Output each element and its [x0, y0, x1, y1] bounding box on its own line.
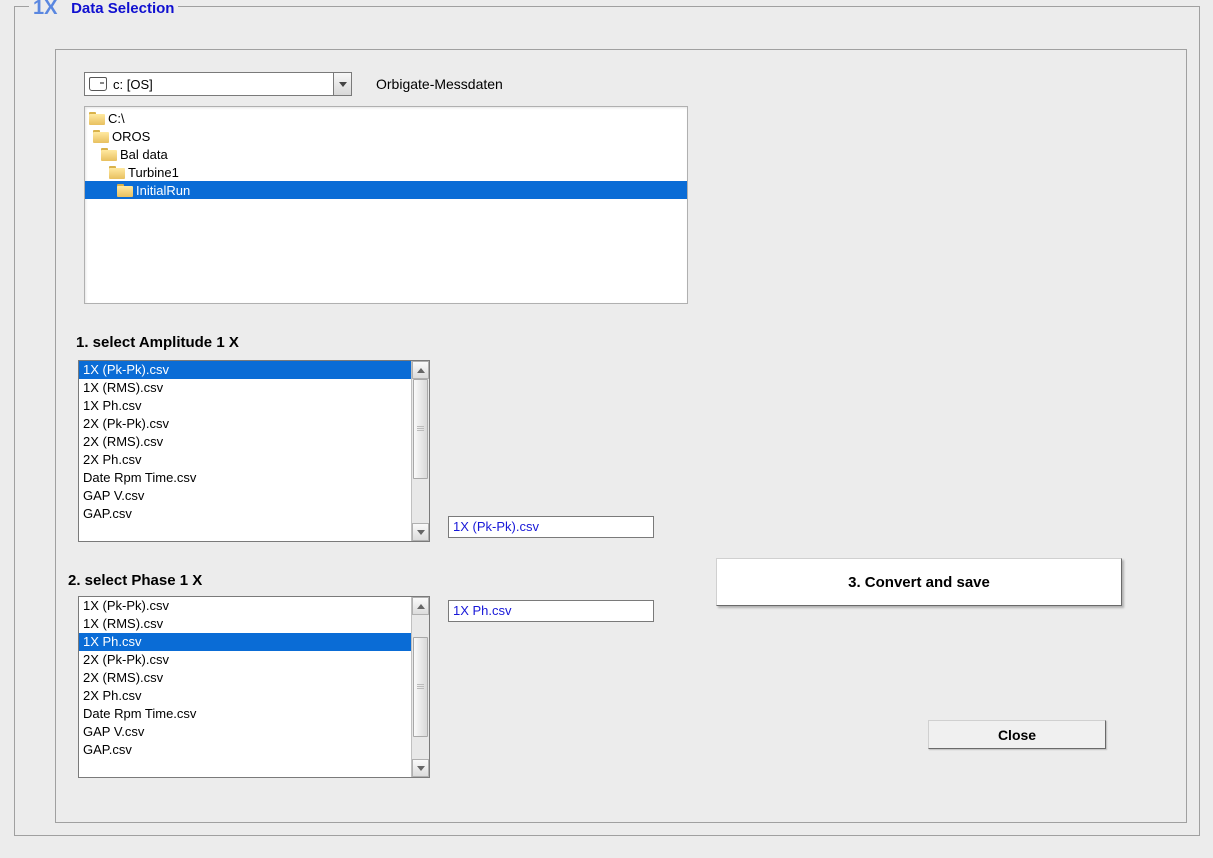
folder-open-icon — [93, 130, 109, 143]
inner-panel: c: [OS] Orbigate-Messdaten C:\ OROS Bal da… — [55, 49, 1187, 823]
folder-tree-item[interactable]: OROS — [85, 127, 687, 145]
folder-tree-item[interactable]: Bal data — [85, 145, 687, 163]
folder-tree-item-label: OROS — [112, 129, 150, 144]
amplitude-section-label: 1. select Amplitude 1 X — [76, 334, 239, 351]
folder-tree-item-label: InitialRun — [136, 183, 190, 198]
scroll-down-icon[interactable] — [412, 759, 429, 777]
amplitude-listbox[interactable]: 1X (Pk-Pk).csv1X (RMS).csv1X Ph.csv2X (P… — [78, 360, 430, 542]
groupbox-legend: 1X Data Selection — [29, 0, 178, 20]
amplitude-selected-textbox[interactable]: 1X (Pk-Pk).csv — [448, 516, 654, 538]
file-list-item[interactable]: 1X Ph.csv — [79, 397, 411, 415]
phase-section-label: 2. select Phase 1 X — [68, 572, 202, 589]
phase-scrollbar[interactable] — [411, 597, 429, 777]
drive-combobox[interactable]: c: [OS] — [84, 72, 352, 96]
folder-tree-item-label: Turbine1 — [128, 165, 179, 180]
file-list-item[interactable]: GAP V.csv — [79, 487, 411, 505]
legend-prefix: 1X — [33, 0, 57, 19]
file-list-item[interactable]: Date Rpm Time.csv — [79, 705, 411, 723]
drive-icon — [89, 77, 107, 91]
file-list-item[interactable]: 2X (Pk-Pk).csv — [79, 651, 411, 669]
file-list-item[interactable]: 2X (Pk-Pk).csv — [79, 415, 411, 433]
file-list-item[interactable]: 2X Ph.csv — [79, 687, 411, 705]
file-list-item[interactable]: 1X (Pk-Pk).csv — [79, 361, 411, 379]
file-list-item[interactable]: 2X Ph.csv — [79, 451, 411, 469]
folder-tree-item[interactable]: Turbine1 — [85, 163, 687, 181]
file-list-item[interactable]: 1X (RMS).csv — [79, 615, 411, 633]
scroll-up-icon[interactable] — [412, 361, 429, 379]
folder-tree-item[interactable]: C:\ — [85, 109, 687, 127]
file-list-item[interactable]: GAP.csv — [79, 505, 411, 521]
scroll-thumb[interactable] — [413, 379, 428, 479]
scroll-thumb[interactable] — [413, 637, 428, 737]
folder-open-icon — [109, 166, 125, 179]
phase-listbox[interactable]: 1X (Pk-Pk).csv1X (RMS).csv1X Ph.csv2X (P… — [78, 596, 430, 778]
drive-combobox-text: c: [OS] — [111, 77, 333, 92]
phase-selected-textbox[interactable]: 1X Ph.csv — [448, 600, 654, 622]
orbigate-label: Orbigate-Messdaten — [376, 76, 503, 92]
folder-open-icon — [89, 112, 105, 125]
folder-open-icon — [101, 148, 117, 161]
file-list-item[interactable]: 1X Ph.csv — [79, 633, 411, 651]
legend-title: Data Selection — [71, 0, 174, 17]
folder-tree-item[interactable]: InitialRun — [85, 181, 687, 199]
data-selection-groupbox: 1X Data Selection c: [OS] Orbigate-Messd… — [14, 6, 1200, 836]
chevron-down-icon[interactable] — [333, 73, 351, 95]
file-list-item[interactable]: 2X (RMS).csv — [79, 433, 411, 451]
convert-and-save-button[interactable]: 3. Convert and save — [716, 558, 1122, 606]
folder-tree-item-label: Bal data — [120, 147, 168, 162]
folder-tree[interactable]: C:\ OROS Bal data Turbine1 InitialRun — [84, 106, 688, 304]
folder-tree-item-label: C:\ — [108, 111, 125, 126]
file-list-item[interactable]: 2X (RMS).csv — [79, 669, 411, 687]
file-list-item[interactable]: GAP.csv — [79, 741, 411, 757]
amplitude-scrollbar[interactable] — [411, 361, 429, 541]
file-list-item[interactable]: Date Rpm Time.csv — [79, 469, 411, 487]
file-list-item[interactable]: GAP V.csv — [79, 723, 411, 741]
file-list-item[interactable]: 1X (Pk-Pk).csv — [79, 597, 411, 615]
file-list-item[interactable]: 1X (RMS).csv — [79, 379, 411, 397]
scroll-up-icon[interactable] — [412, 597, 429, 615]
scroll-down-icon[interactable] — [412, 523, 429, 541]
close-button[interactable]: Close — [928, 720, 1106, 749]
folder-open-icon — [117, 184, 133, 197]
